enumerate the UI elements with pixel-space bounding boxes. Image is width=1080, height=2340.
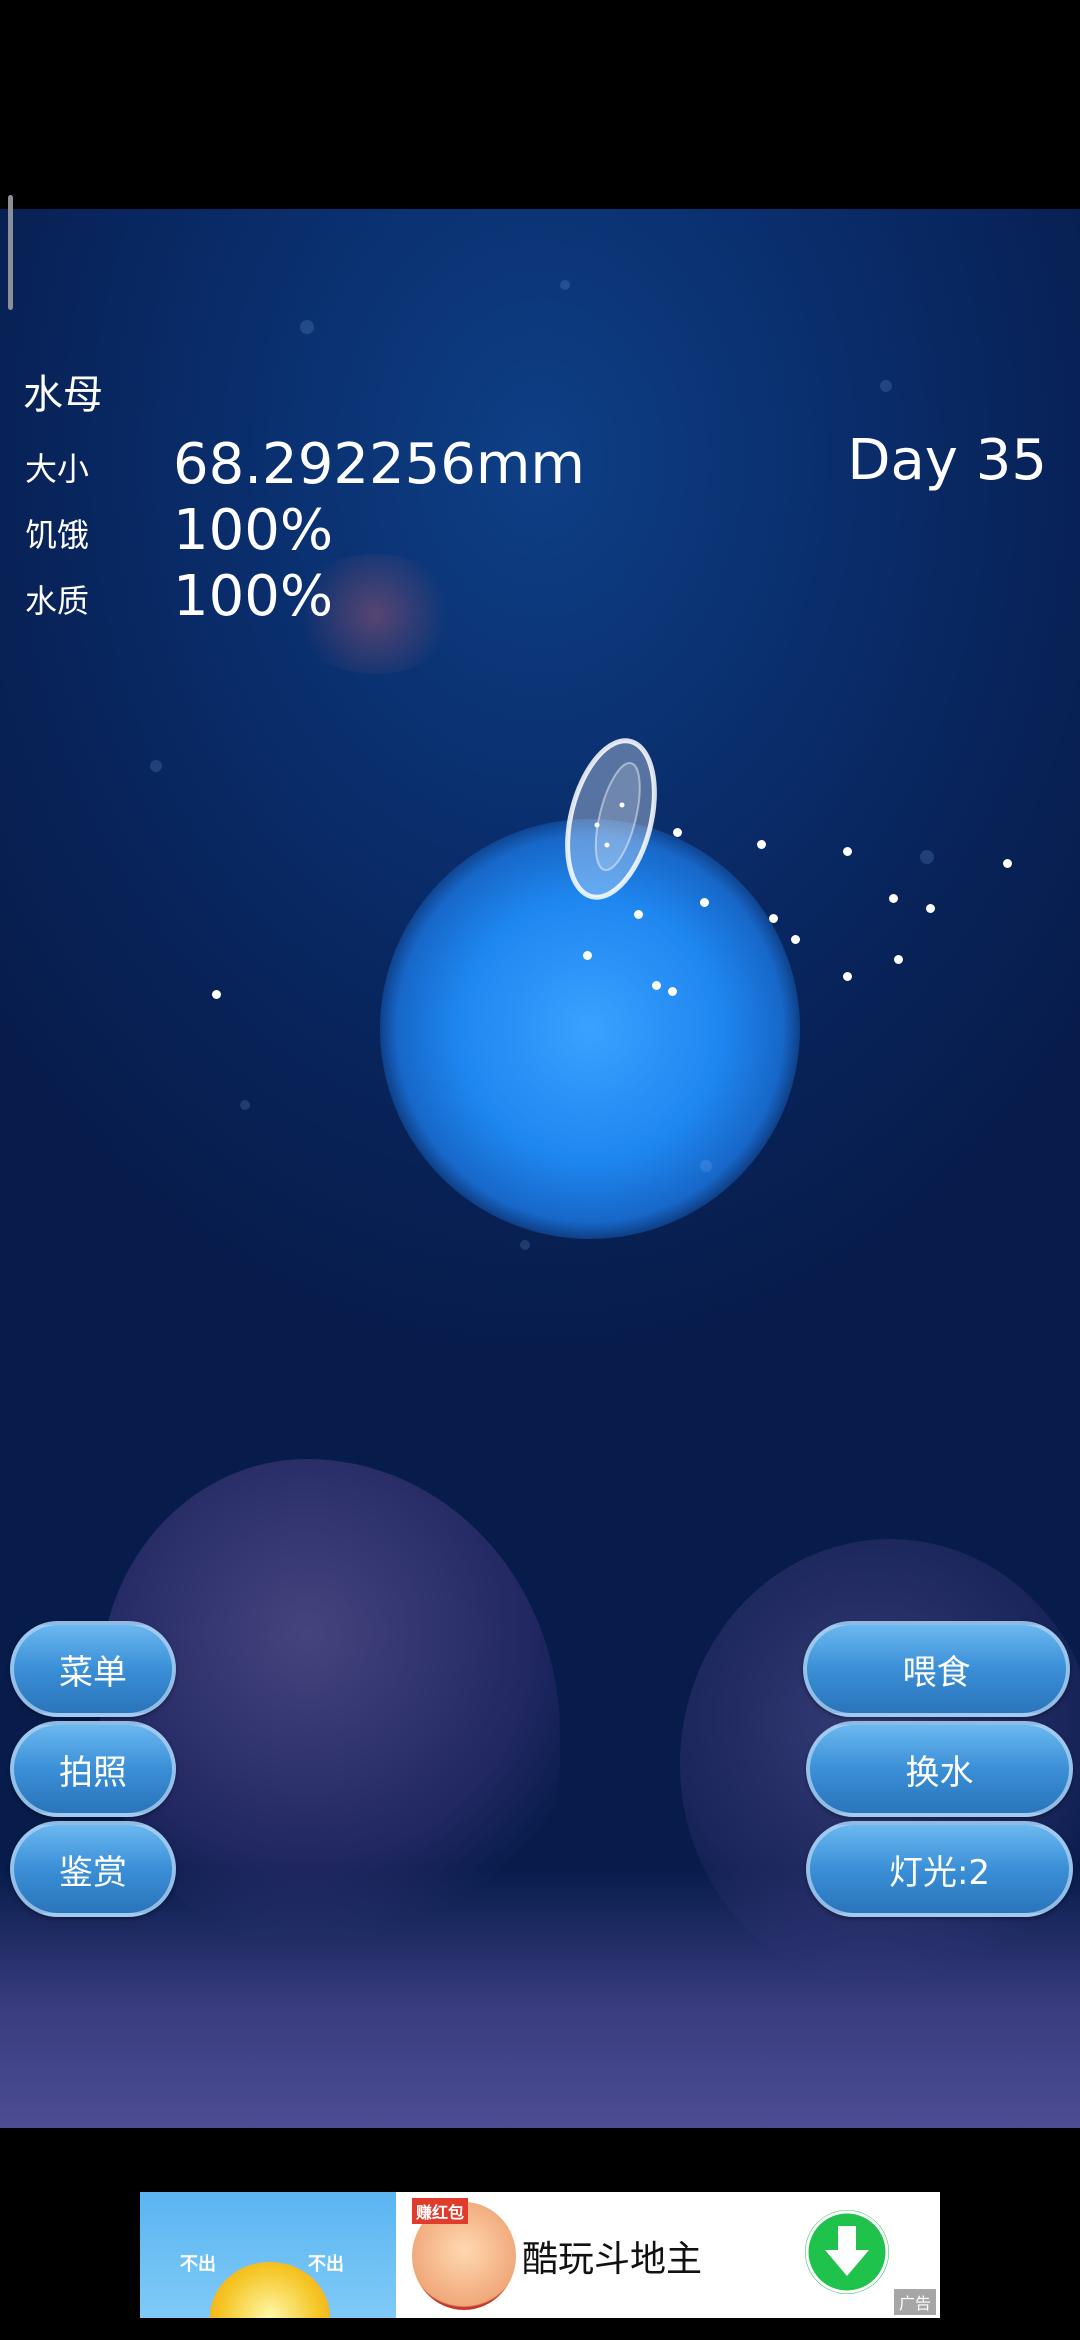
food-particle (700, 898, 709, 907)
scrollbar[interactable] (8, 195, 13, 310)
bubble (880, 380, 892, 392)
jellyfish-icon[interactable] (562, 735, 660, 903)
bubble (700, 1160, 712, 1172)
water-quality-value: 100% (173, 564, 334, 629)
photo-button[interactable]: 拍照 (10, 1721, 176, 1817)
food-particle (791, 935, 800, 944)
food-particle (757, 840, 766, 849)
food-particle (926, 904, 935, 913)
food-particle (894, 955, 903, 964)
ad-game-text: 不出 (180, 2254, 216, 2275)
food-particle (1003, 859, 1012, 868)
food-particle (673, 828, 682, 837)
ad-banner[interactable]: 不出 不出 赚红包 酷玩斗地主 广告 (140, 2192, 940, 2318)
menu-button[interactable]: 菜单 (10, 1621, 176, 1717)
food-particle (843, 847, 852, 856)
light-button[interactable]: 灯光:2 (806, 1821, 1073, 1917)
food-particle (583, 951, 592, 960)
bubble (520, 1240, 530, 1250)
ad-game-text: 不出 (308, 2254, 344, 2275)
hunger-value: 100% (173, 498, 334, 563)
food-particle (769, 914, 778, 923)
size-label: 大小 (25, 450, 90, 488)
ad-label: 广告 (893, 2289, 936, 2315)
feed-button[interactable]: 喂食 (803, 1621, 1070, 1717)
pet-title: 水母 (23, 372, 103, 418)
download-icon[interactable] (805, 2210, 889, 2294)
bubble (240, 1100, 250, 1110)
food-particle (889, 894, 898, 903)
bubble (150, 760, 162, 772)
food-particle (668, 987, 677, 996)
food-particle (652, 981, 661, 990)
food-particle (843, 972, 852, 981)
day-counter: Day 35 (847, 428, 1047, 493)
food-particle (212, 990, 221, 999)
ad-app-name: 酷玩斗地主 (522, 2239, 703, 2280)
hunger-label: 饥饿 (25, 516, 90, 554)
bubble (920, 850, 934, 864)
food-particle (634, 910, 643, 919)
size-value: 68.292256mm (173, 432, 585, 497)
appreciate-button[interactable]: 鉴赏 (10, 1821, 176, 1917)
change-water-button[interactable]: 换水 (806, 1721, 1073, 1817)
bubble (300, 320, 314, 334)
ad-game-image: 不出 不出 (140, 2192, 396, 2318)
ad-badge: 赚红包 (412, 2198, 469, 2224)
bubble (560, 280, 570, 290)
water-quality-label: 水质 (25, 582, 90, 620)
